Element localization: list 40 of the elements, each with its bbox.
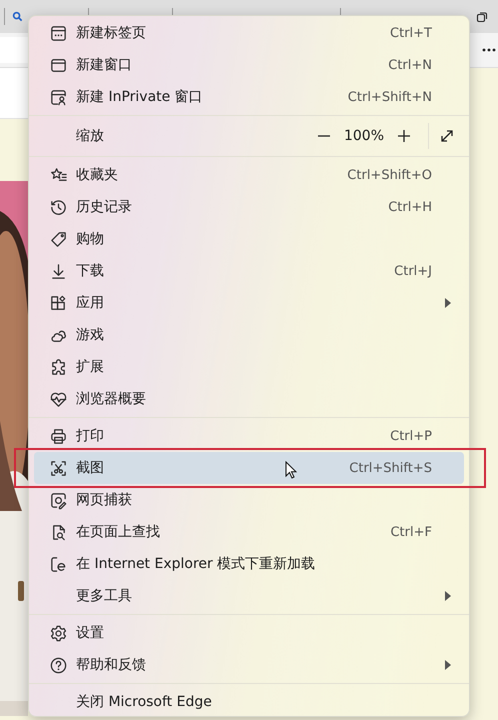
menu-item[interactable]: 在 Internet Explorer 模式下重新加载 [34, 548, 464, 580]
settings-icon [48, 624, 68, 642]
menu-item[interactable]: 在页面上查找 Ctrl+F [34, 516, 464, 548]
menu-item[interactable]: 新建标签页 Ctrl+T [34, 17, 464, 49]
zoom-level: 100% [342, 128, 386, 144]
menu-item[interactable]: 扩展 [34, 351, 464, 383]
menu-item[interactable]: 关闭 Microsoft Edge [34, 686, 464, 718]
menu-item[interactable]: 下载 Ctrl+J [34, 255, 464, 287]
menu-item[interactable]: 新建窗口 Ctrl+N [34, 49, 464, 81]
apps-icon [48, 294, 68, 312]
menu-item[interactable]: 收藏夹 Ctrl+Shift+O [34, 159, 464, 191]
ie-mode-icon [48, 554, 68, 574]
menu-item[interactable]: 截图 Ctrl+Shift+S [34, 452, 464, 484]
fullscreen-icon[interactable] [439, 128, 455, 144]
private-window-icon [48, 88, 68, 106]
help-icon [48, 656, 68, 674]
restore-icon[interactable] [476, 11, 488, 23]
menu-item[interactable]: 帮助和反馈 [34, 649, 464, 681]
printer-icon [48, 426, 68, 446]
menu-item[interactable]: 更多工具 [34, 580, 464, 612]
zoom-in-icon[interactable] [396, 128, 412, 144]
menu-item[interactable]: 新建 InPrivate 窗口 Ctrl+Shift+N [34, 81, 464, 113]
menu-item[interactable]: 设置 [34, 617, 464, 649]
menu-item[interactable]: 应用 [34, 287, 464, 319]
menu-item[interactable]: 购物 [34, 223, 464, 255]
menu-item[interactable]: 打印 Ctrl+P [34, 420, 464, 452]
menu-item[interactable]: 浏览器概要 [34, 383, 464, 415]
menu-item[interactable]: 历史记录 Ctrl+H [34, 191, 464, 223]
camera-icon [48, 490, 68, 510]
zoom-label: 缩放 [76, 127, 104, 145]
history-icon [48, 198, 68, 216]
heartbeat-icon [48, 390, 68, 408]
new-tab-icon [48, 24, 68, 42]
tag-icon [48, 230, 68, 248]
cursor-icon [285, 461, 297, 479]
menu-item[interactable]: 网页捕获 [34, 484, 464, 516]
more-icon[interactable] [482, 48, 496, 52]
search-icon[interactable] [12, 11, 23, 22]
screenshot-icon [48, 458, 68, 478]
menu-item[interactable]: 游戏 [34, 319, 464, 351]
